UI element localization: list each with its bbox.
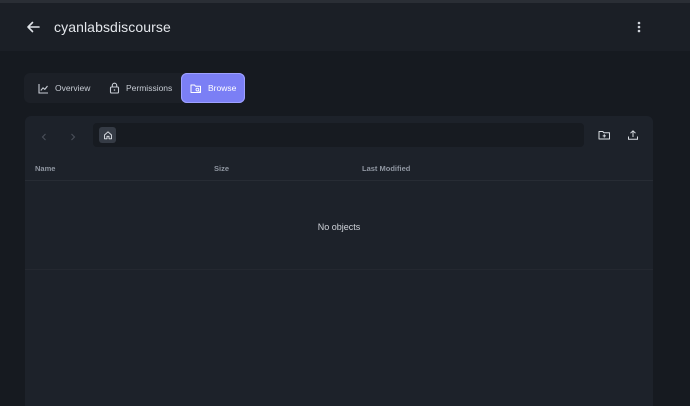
new-folder-icon [598,131,610,140]
new-folder-button[interactable] [594,125,614,145]
navigate-forward-button[interactable] [62,126,84,148]
column-header-size[interactable]: Size [214,164,229,173]
column-header-last-modified[interactable]: Last Modified [362,164,410,173]
more-menu-button[interactable] [629,17,649,37]
home-icon [103,131,112,140]
tab-overview[interactable]: Overview [30,73,102,103]
page-title: cyanlabsdiscourse [54,19,171,35]
folder-search-icon [190,84,201,93]
empty-state-row: No objects [25,181,653,270]
upload-icon [628,130,638,140]
tab-permissions-label: Permissions [126,83,173,93]
tab-overview-label: Overview [55,83,91,93]
more-vertical-icon [637,21,641,33]
tab-bar: Overview Permissions Browse [24,73,245,103]
chart-line-icon [38,83,48,94]
chevron-left-icon [41,133,46,141]
object-browser-panel: Name Size Last Modified No objects [25,116,653,406]
path-breadcrumb[interactable] [93,123,584,147]
back-button[interactable] [22,16,44,38]
arrow-left-icon [27,21,40,33]
tab-browse-label: Browse [208,83,237,93]
breadcrumb-home[interactable] [99,127,116,143]
tab-permissions[interactable]: Permissions [104,73,179,103]
upload-button[interactable] [623,125,643,145]
table-header: Name Size Last Modified [25,160,653,181]
column-header-name[interactable]: Name [35,164,55,173]
navigate-back-button[interactable] [33,126,55,148]
tab-browse[interactable]: Browse [181,73,245,103]
page-header: cyanlabsdiscourse [0,3,690,51]
lock-icon [109,82,120,94]
chevron-right-icon [71,133,76,141]
empty-state-message: No objects [317,222,361,232]
